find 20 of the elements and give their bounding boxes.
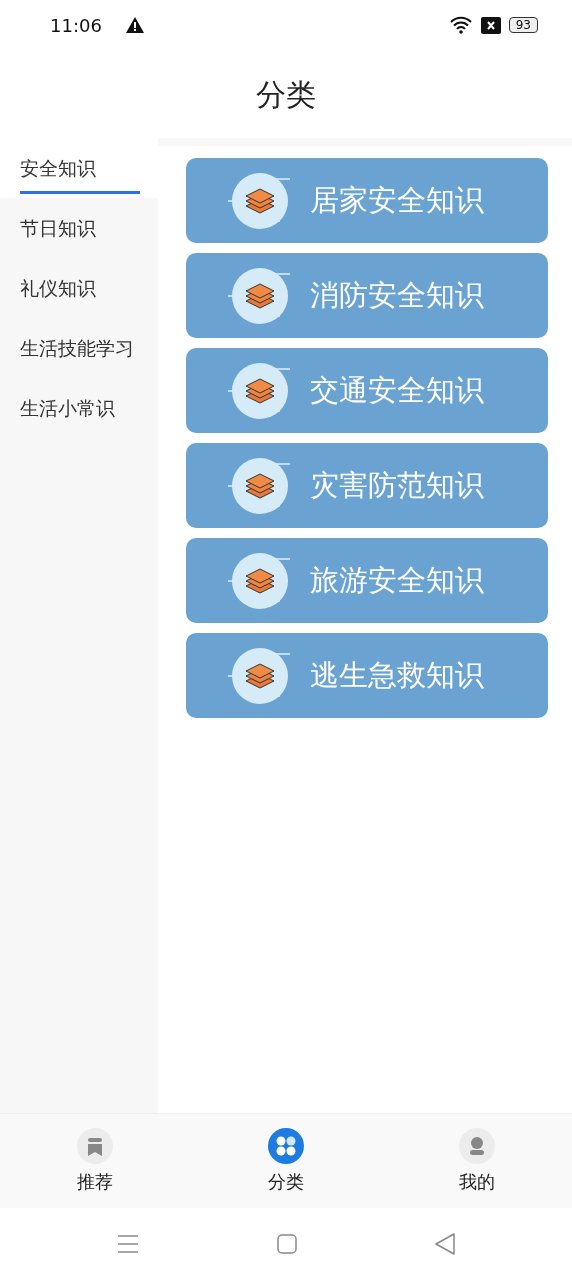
bookmark-icon (77, 1127, 114, 1164)
tab-item[interactable]: 分类 (236, 1126, 336, 1196)
back-icon[interactable] (435, 1233, 455, 1255)
clock: 11:06 (50, 13, 102, 38)
tab-item[interactable]: 我的 (426, 1126, 527, 1196)
sidebar-item[interactable]: 安全知识 (0, 138, 158, 198)
sidebar-item[interactable]: 生活技能学习 (0, 318, 158, 378)
warning-icon (125, 17, 144, 33)
sidebar-item[interactable]: 生活小常识 (0, 378, 158, 438)
battery-icon: 93 (508, 17, 538, 33)
tab-item[interactable]: 推荐 (45, 1126, 146, 1196)
sidebar-item[interactable]: 礼仪知识 (0, 258, 158, 318)
home-icon[interactable] (277, 1234, 297, 1254)
sim-off-icon (480, 16, 501, 34)
wifi-icon (448, 16, 473, 34)
grid-icon (268, 1127, 304, 1164)
sidebar-item[interactable]: 节日知识 (0, 198, 158, 258)
robot-icon (458, 1127, 495, 1164)
page-title: 分类 (256, 75, 316, 114)
menu-icon[interactable] (117, 1234, 139, 1254)
